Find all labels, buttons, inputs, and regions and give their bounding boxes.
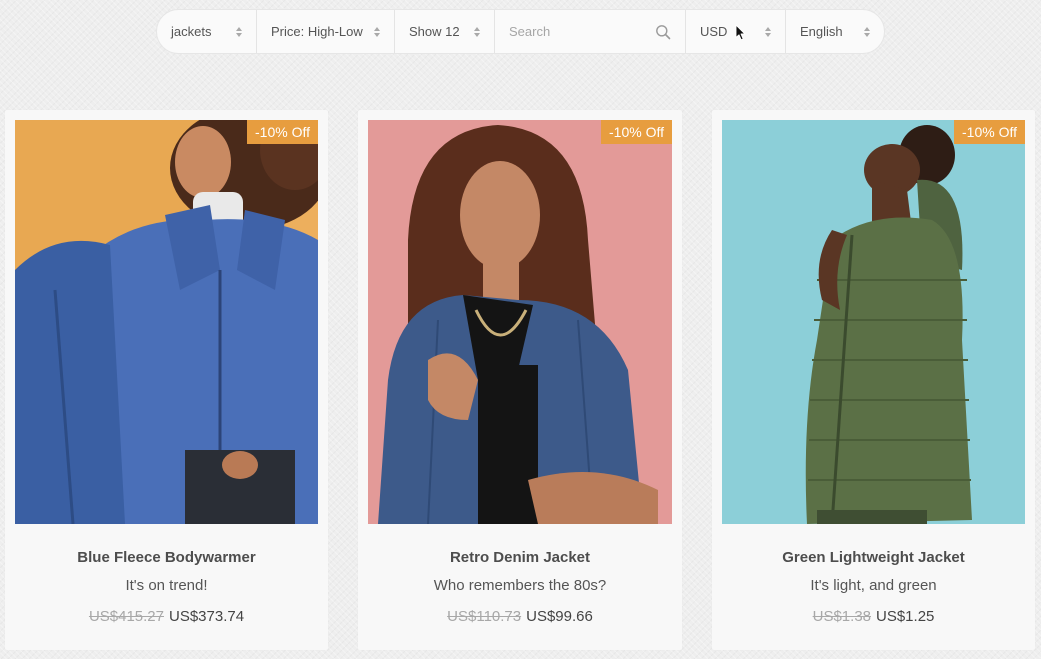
product-image[interactable]: -10% Off [15, 120, 318, 524]
category-select-value: jackets [171, 24, 212, 39]
mouse-pointer-icon [735, 24, 746, 41]
product-tagline: It's on trend! [125, 577, 208, 594]
language-select[interactable]: English [786, 10, 884, 53]
language-select-value: English [800, 24, 843, 39]
product-name[interactable]: Green Lightweight Jacket [712, 549, 1035, 566]
product-card[interactable]: -10% Off Blue Fleece Bodywarmer It's on … [5, 110, 328, 650]
product-image[interactable]: -10% Off [368, 120, 672, 524]
original-price: US$415.27 [88, 608, 164, 625]
product-image[interactable]: -10% Off [722, 120, 1025, 524]
model-photo-blue-jacket [15, 120, 318, 524]
product-card[interactable]: -10% Off Retro Denim Jacket Who remember… [358, 110, 682, 650]
product-price: US$110.73 US$99.66 [358, 608, 682, 625]
category-select[interactable]: jackets [157, 10, 257, 53]
sale-price: US$99.66 [526, 608, 593, 625]
filter-toolbar: jackets Price: High-Low Show 12 USD Engl… [156, 9, 885, 54]
product-tagline: Who remembers the 80s? [433, 577, 607, 594]
product-name[interactable]: Retro Denim Jacket [358, 549, 682, 566]
model-photo-denim-jacket [368, 120, 672, 524]
product-card[interactable]: -10% Off Green Lightweight Jacket It's l… [712, 110, 1035, 650]
sale-price: US$373.74 [169, 608, 245, 625]
product-name[interactable]: Blue Fleece Bodywarmer [5, 549, 328, 566]
currency-select-value: USD [700, 24, 728, 39]
product-price: US$1.38 US$1.25 [712, 608, 1035, 625]
currency-select[interactable]: USD [686, 10, 786, 53]
select-arrows-icon [765, 26, 771, 37]
original-price: US$1.38 [812, 608, 871, 625]
select-arrows-icon [236, 26, 242, 37]
model-photo-green-jacket [722, 120, 1025, 524]
sort-select-value: Price: High-Low [271, 24, 363, 39]
product-tagline: It's light, and green [810, 577, 937, 594]
page-size-select-value: Show 12 [409, 24, 460, 39]
original-price: US$110.73 [447, 608, 522, 625]
select-arrows-icon [864, 26, 870, 37]
select-arrows-icon [474, 26, 480, 37]
search-field[interactable] [495, 10, 686, 53]
discount-badge: -10% Off [954, 120, 1025, 144]
sort-select[interactable]: Price: High-Low [257, 10, 395, 53]
search-input[interactable] [509, 24, 649, 39]
discount-badge: -10% Off [247, 120, 318, 144]
sale-price: US$1.25 [876, 608, 935, 625]
page-size-select[interactable]: Show 12 [395, 10, 495, 53]
product-price: US$415.27 US$373.74 [5, 608, 328, 625]
search-icon[interactable] [655, 24, 671, 40]
discount-badge: -10% Off [601, 120, 672, 144]
select-arrows-icon [374, 26, 380, 37]
